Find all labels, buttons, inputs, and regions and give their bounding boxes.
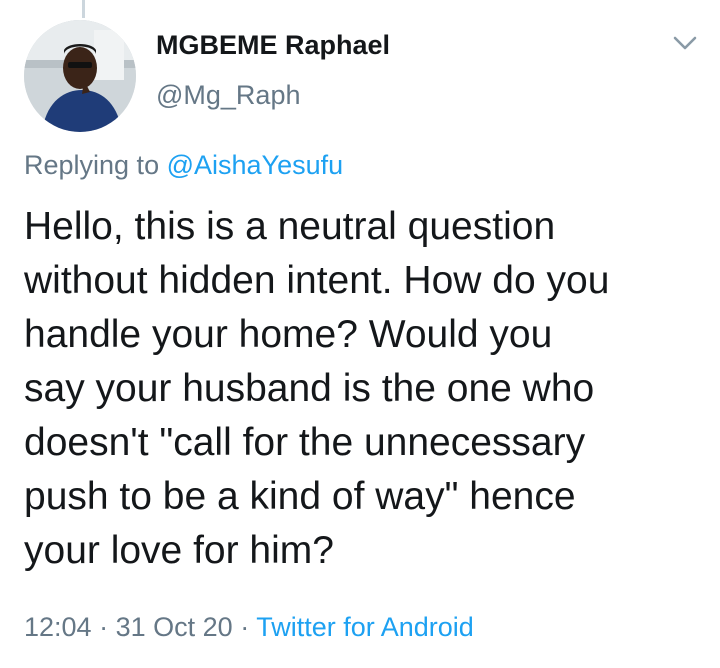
- tweet-text: Hello, this is a neutral question withou…: [24, 200, 704, 578]
- replying-to-mention[interactable]: @AishaYesufu: [167, 150, 344, 180]
- tweet-meta: 12:04 · 31 Oct 20 · Twitter for Android: [24, 612, 474, 643]
- avatar[interactable]: [24, 20, 136, 132]
- avatar-photo: [24, 20, 136, 132]
- meta-separator: ·: [240, 612, 250, 642]
- meta-separator: ·: [99, 612, 109, 642]
- replying-to-label: Replying to: [24, 150, 160, 180]
- tweet-text-line: push to be a kind of way" hence: [24, 475, 576, 518]
- chevron-down-icon[interactable]: [672, 34, 698, 52]
- tweet-text-line: your love for him?: [24, 529, 334, 572]
- tweet-text-line: handle your home? Would you: [24, 313, 553, 356]
- user-handle[interactable]: @Mg_Raph: [156, 80, 300, 111]
- thread-connector-line: [82, 0, 85, 18]
- tweet-time[interactable]: 12:04: [24, 612, 92, 642]
- tweet-date[interactable]: 31 Oct 20: [116, 612, 233, 642]
- tweet-text-line: Hello, this is a neutral question: [24, 205, 556, 248]
- tweet-text-line: say your husband is the one who: [24, 367, 595, 410]
- tweet-text-line: doesn't "call for the unnecessary: [24, 421, 586, 464]
- display-name[interactable]: MGBEME Raphael: [156, 30, 390, 61]
- tweet-source-link[interactable]: Twitter for Android: [256, 612, 474, 642]
- replying-to: Replying to @AishaYesufu: [24, 150, 343, 181]
- tweet-text-line: without hidden intent. How do you: [24, 259, 610, 302]
